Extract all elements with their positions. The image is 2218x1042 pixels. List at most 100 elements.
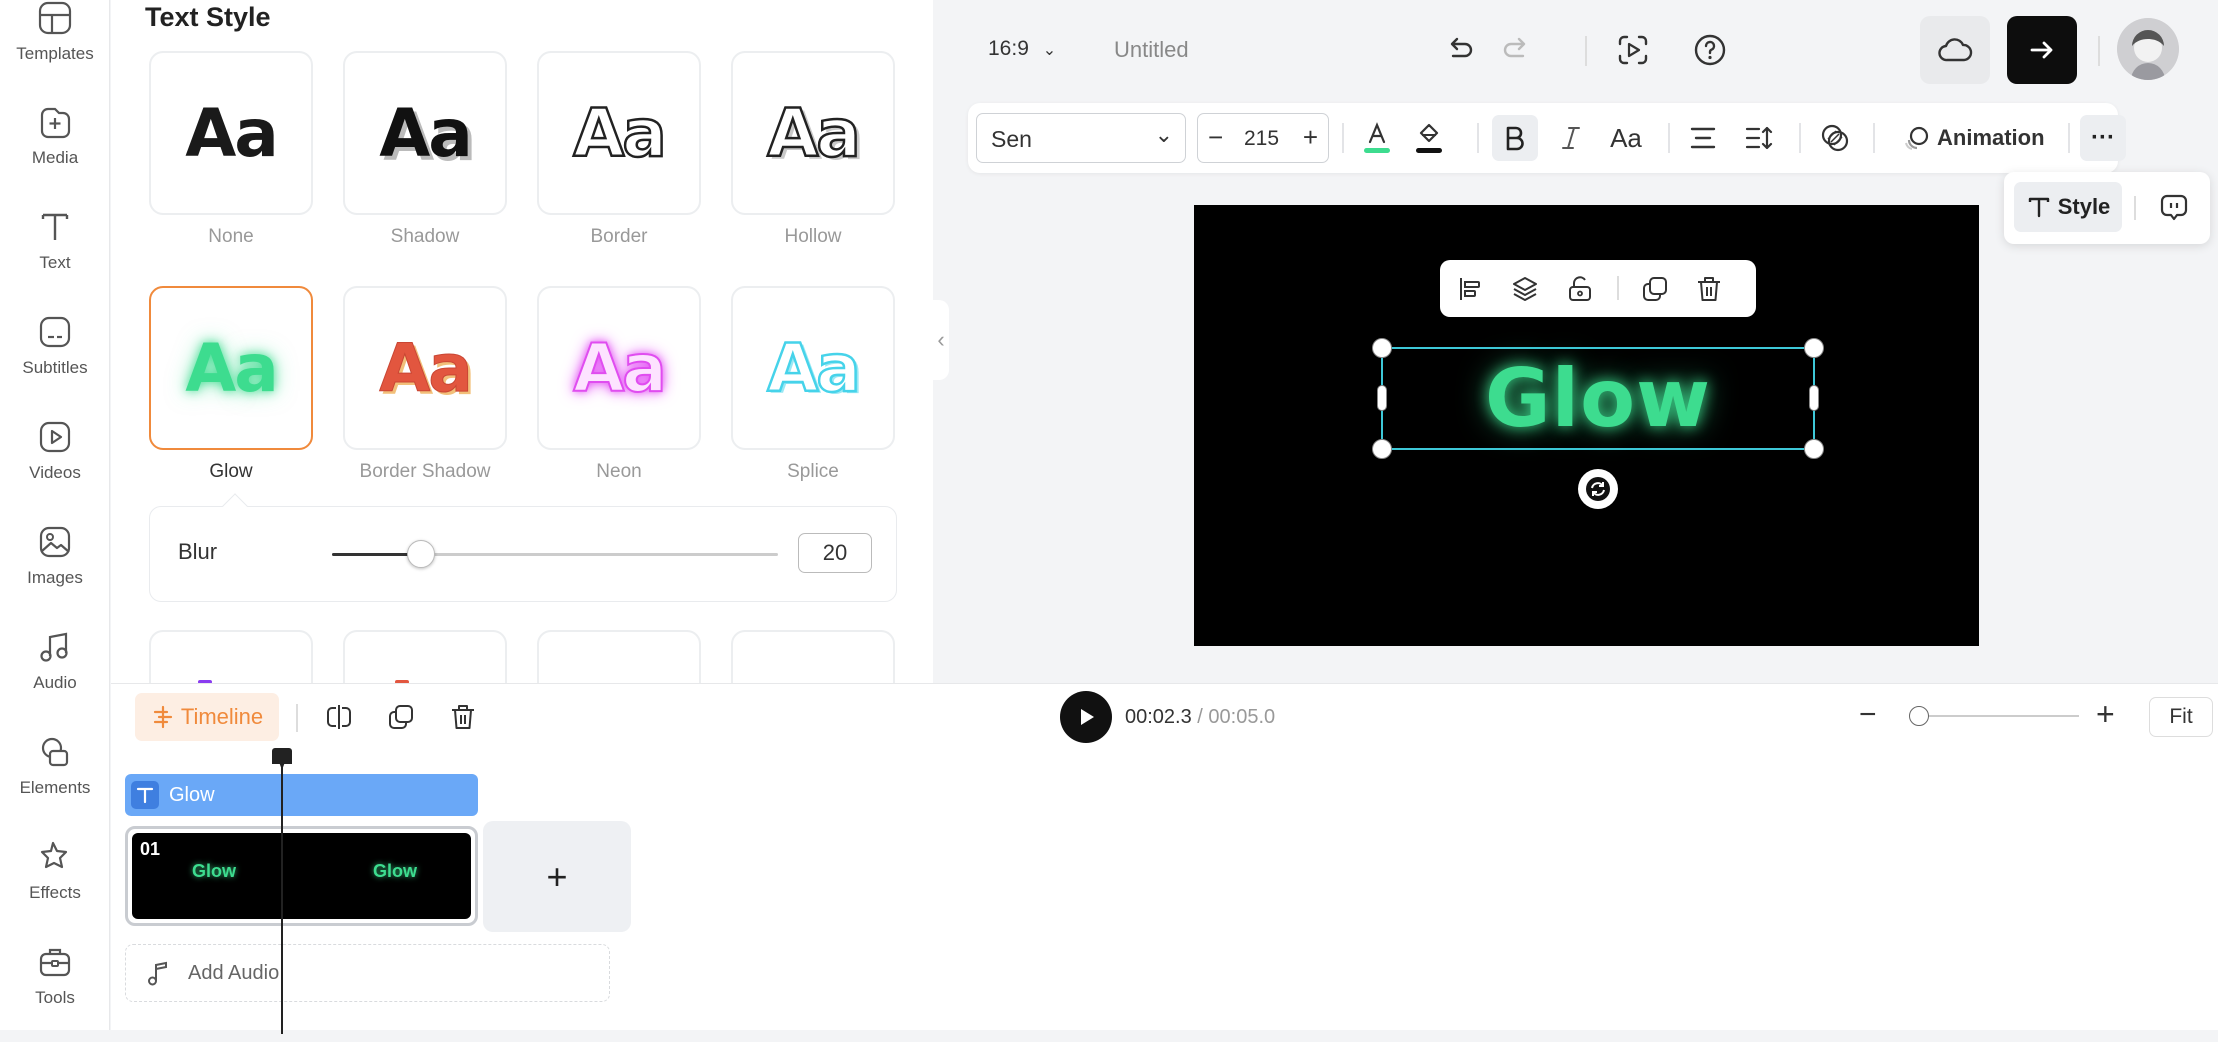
fill-color-icon[interactable]: [1408, 117, 1450, 159]
animation-button[interactable]: Animation: [1903, 117, 2083, 159]
text-clip[interactable]: Glow: [125, 774, 478, 816]
split-icon[interactable]: [320, 698, 358, 736]
style-label: Border: [590, 226, 648, 247]
more-options-icon[interactable]: ···: [2080, 115, 2126, 161]
comment-icon[interactable]: [2152, 186, 2196, 230]
playhead-line[interactable]: [281, 764, 283, 1034]
style-card-glow[interactable]: Aa: [149, 286, 313, 450]
style-card-border-shadow[interactable]: Aa: [343, 286, 507, 450]
line-spacing-icon[interactable]: [1738, 117, 1780, 159]
sidebar-item-elements[interactable]: Elements: [0, 732, 110, 832]
opacity-icon[interactable]: [1814, 117, 1856, 159]
style-card-none[interactable]: Aa: [149, 51, 313, 215]
italic-icon[interactable]: [1548, 115, 1594, 161]
font-size-value[interactable]: 215: [1244, 127, 1279, 151]
unlock-icon[interactable]: [1562, 271, 1598, 307]
export-button[interactable]: [2007, 16, 2077, 84]
duplicate-clip-icon[interactable]: [382, 698, 420, 736]
zoom-out-button[interactable]: −: [1859, 698, 1877, 732]
resize-handle[interactable]: [1372, 439, 1392, 459]
undo-icon[interactable]: [1440, 30, 1480, 70]
divider: [2098, 36, 2100, 66]
project-title[interactable]: Untitled: [1114, 37, 1189, 63]
zoom-slider-track[interactable]: [1919, 715, 2079, 717]
canvas-text[interactable]: Glow: [1383, 349, 1813, 448]
add-scene-button[interactable]: +: [483, 821, 631, 932]
audio-icon: [35, 627, 75, 667]
style-card-hollow[interactable]: Aa: [731, 51, 895, 215]
style-card-neon[interactable]: Aa: [537, 286, 701, 450]
increase-size-button[interactable]: +: [1303, 122, 1318, 153]
resize-handle[interactable]: [1372, 338, 1392, 358]
duplicate-icon[interactable]: [1637, 271, 1673, 307]
top-bar: 16:9 ⌄ Untitled: [950, 0, 2218, 96]
add-audio-track[interactable]: Add Audio: [125, 944, 610, 1002]
play-button[interactable]: [1060, 691, 1112, 743]
sidebar-item-images[interactable]: Images: [0, 522, 110, 622]
images-icon: [35, 522, 75, 562]
resize-handle-side[interactable]: [1809, 385, 1819, 411]
add-audio-label: Add Audio: [188, 962, 280, 984]
style-card-more[interactable]: [537, 630, 701, 683]
resize-handle-side[interactable]: [1377, 385, 1387, 411]
sidebar-item-audio[interactable]: Audio: [0, 627, 110, 727]
animation-icon: [1905, 126, 1929, 150]
style-button[interactable]: Style: [2014, 182, 2122, 232]
sidebar-item-templates[interactable]: Templates: [0, 0, 110, 98]
resize-handle[interactable]: [1804, 338, 1824, 358]
help-icon[interactable]: [1690, 30, 1730, 70]
style-label: None: [208, 226, 254, 247]
font-select[interactable]: Sen ⌄: [976, 113, 1186, 163]
style-card-more[interactable]: [343, 630, 507, 683]
delete-clip-icon[interactable]: [444, 698, 482, 736]
sidebar-item-subtitles[interactable]: Subtitles: [0, 312, 110, 412]
style-card-more[interactable]: [149, 630, 313, 683]
subtitles-icon: [35, 312, 75, 352]
sidebar-item-text[interactable]: Text: [0, 207, 110, 307]
time-separator: /: [1197, 706, 1203, 728]
videos-icon: [35, 417, 75, 457]
sidebar-item-videos[interactable]: Videos: [0, 417, 110, 517]
collapse-panel-button[interactable]: ‹: [933, 300, 949, 380]
style-card-shadow[interactable]: Aa: [343, 51, 507, 215]
avatar[interactable]: [2117, 18, 2179, 80]
video-canvas[interactable]: Glow: [1194, 205, 1979, 646]
delete-icon[interactable]: [1691, 271, 1727, 307]
align-center-icon[interactable]: [1682, 117, 1724, 159]
fit-button[interactable]: Fit: [2149, 697, 2213, 737]
align-left-icon[interactable]: [1452, 271, 1488, 307]
redo-icon[interactable]: [1496, 30, 1536, 70]
sidebar-item-tools[interactable]: Tools: [0, 942, 110, 1042]
text-element-selection[interactable]: Glow: [1372, 338, 1824, 459]
resize-handle[interactable]: [1804, 439, 1824, 459]
style-label: Border Shadow: [359, 461, 491, 482]
zoom-in-button[interactable]: +: [2096, 696, 2115, 733]
scene-clip[interactable]: 01 Glow Glow: [125, 826, 478, 926]
cloud-save-button[interactable]: [1920, 16, 1990, 84]
divider: [1617, 276, 1619, 300]
decrease-size-button[interactable]: −: [1208, 122, 1223, 153]
preview-icon[interactable]: [1613, 30, 1653, 70]
sidebar-item-media[interactable]: Media: [0, 102, 110, 202]
tab-timeline[interactable]: Timeline: [135, 693, 279, 741]
style-label: Shadow: [390, 226, 460, 247]
left-sidebar: Templates Media Text Subtitles Videos Im…: [0, 0, 110, 1030]
rotate-handle[interactable]: [1578, 469, 1618, 509]
blur-slider-thumb[interactable]: [407, 540, 436, 568]
bold-icon[interactable]: [1492, 115, 1538, 161]
blur-slider-track[interactable]: [332, 553, 778, 556]
style-card-border[interactable]: Aa: [537, 51, 701, 215]
layers-icon[interactable]: [1507, 271, 1543, 307]
style-card-more[interactable]: [731, 630, 895, 683]
style-label: Style: [2057, 194, 2111, 219]
sidebar-item-effects[interactable]: Effects: [0, 837, 110, 937]
scene-thumb-text: Glow: [373, 861, 417, 881]
text-case-icon[interactable]: Aa: [1602, 115, 1650, 161]
aspect-ratio-select[interactable]: 16:9 ⌄: [988, 37, 1056, 61]
divider: [1585, 36, 1587, 66]
zoom-slider-thumb[interactable]: [1909, 706, 1929, 726]
blur-value-input[interactable]: 20: [798, 533, 872, 573]
text-color-icon[interactable]: [1356, 117, 1398, 159]
style-card-splice[interactable]: Aa: [731, 286, 895, 450]
aspect-ratio-value: 16:9: [988, 37, 1029, 60]
